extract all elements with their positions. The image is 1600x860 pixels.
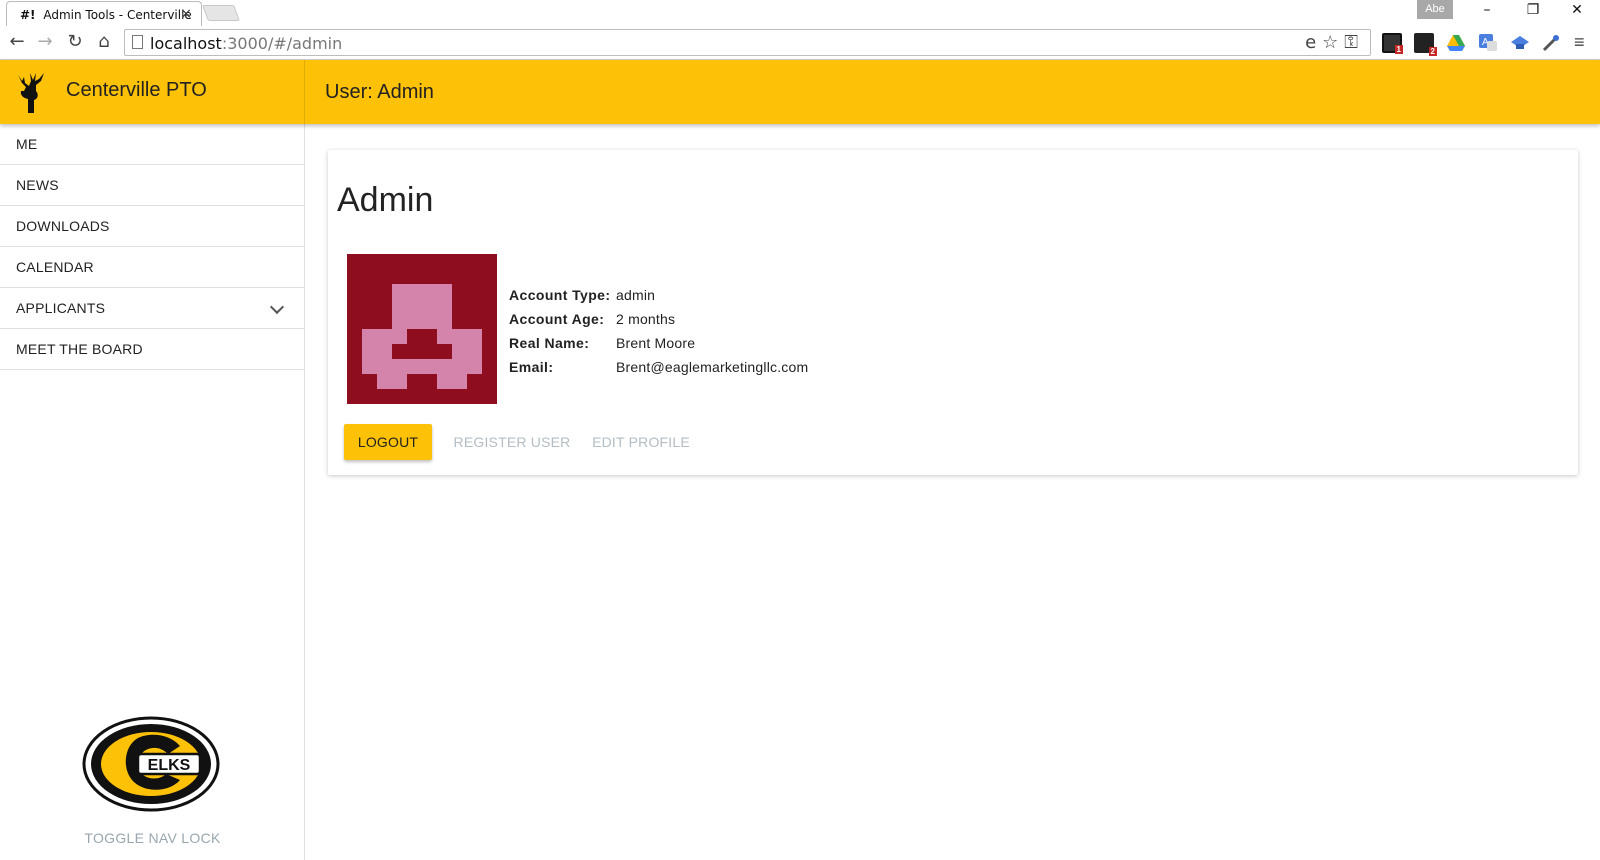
back-icon[interactable]: ← (6, 31, 28, 53)
address-bar[interactable]: localhost:3000/#/admin e☆⚿ (124, 29, 1371, 56)
field-label: Real Name: (509, 335, 590, 351)
page-heading: User: Admin (325, 81, 434, 103)
extension-badge: 1 (1394, 45, 1403, 54)
forward-icon[interactable]: → (34, 31, 56, 53)
browser-tab[interactable]: #! Admin Tools - Centerville × (6, 1, 202, 26)
sidebar-item-label: MEET THE BOARD (16, 341, 143, 357)
extension-s-icon[interactable]: 1 (1382, 33, 1403, 54)
sidebar-item-calendar[interactable]: CALENDAR (0, 247, 304, 288)
sidebar: ME NEWS DOWNLOADS CALENDAR APPLICANTS ME… (0, 124, 305, 860)
sidebar-item-label: APPLICANTS (16, 300, 106, 316)
field-label: Account Age: (509, 311, 605, 327)
minimize-button[interactable]: – (1464, 0, 1510, 22)
sidebar-item-meet-the-board[interactable]: MEET THE BOARD (0, 329, 304, 370)
profile-title: Admin (337, 181, 434, 219)
field-value: Brent@eaglemarketingllc.com (616, 359, 809, 375)
home-icon[interactable]: ⌂ (93, 31, 115, 53)
elk-logo-icon (18, 73, 44, 113)
profile-badge[interactable]: Abe (1417, 0, 1453, 19)
bookmark-star-icon[interactable]: e☆⚿ (1305, 32, 1364, 53)
new-tab-button[interactable] (202, 5, 240, 21)
reload-icon[interactable]: ↻ (64, 31, 86, 53)
field-label: Email: (509, 359, 554, 375)
toggle-nav-lock-button[interactable]: TOGGLE NAV LOCK (0, 830, 305, 846)
browser-tab-strip: #! Admin Tools - Centerville × Abe – ❐ ✕ (0, 0, 1600, 26)
window-close-button[interactable]: ✕ (1554, 0, 1600, 22)
tab-title: Admin Tools - Centerville (43, 8, 192, 22)
field-value: 2 months (616, 311, 676, 327)
avatar (347, 254, 497, 404)
logo-text: ELKS (148, 757, 191, 774)
email-row: Email: Brent@eaglemarketingllc.com (509, 359, 808, 383)
brand[interactable]: Centerville PTO (0, 60, 305, 124)
field-label: Account Type: (509, 287, 611, 303)
url-path: :3000/#/admin (221, 34, 343, 53)
url-text[interactable]: localhost:3000/#/admin (150, 34, 342, 53)
app-header: Centerville PTO User: Admin (0, 60, 1600, 124)
eyedropper-icon[interactable] (1541, 33, 1561, 53)
profile-card: Admin Account Type: admin Account Age: 2 m… (328, 150, 1578, 475)
sidebar-item-label: DOWNLOADS (16, 218, 110, 234)
field-value: Brent Moore (616, 335, 696, 351)
sidebar-item-label: ME (16, 136, 38, 152)
extension-cap-icon[interactable] (1510, 33, 1530, 53)
field-value: admin (616, 287, 656, 303)
browser-toolbar: ← → ↻ ⌂ localhost:3000/#/admin e☆⚿ 1 2 A… (0, 26, 1600, 60)
browser-menu-icon[interactable]: ≡ (1574, 32, 1590, 53)
tab-close-icon[interactable]: × (180, 6, 192, 22)
brand-title: Centerville PTO (66, 79, 207, 101)
sidebar-item-news[interactable]: NEWS (0, 165, 304, 206)
real-name-row: Real Name: Brent Moore (509, 335, 808, 359)
page-icon (132, 35, 143, 49)
translate-icon[interactable]: A (1478, 33, 1498, 53)
drive-icon[interactable] (1446, 33, 1466, 53)
sidebar-item-applicants[interactable]: APPLICANTS (0, 288, 304, 329)
extension-badge: 2 (1428, 47, 1437, 56)
sidebar-item-label: NEWS (16, 177, 59, 193)
restore-button[interactable]: ❐ (1510, 0, 1556, 22)
sidebar-item-label: CALENDAR (16, 259, 94, 275)
profile-info: Account Type: admin Account Age: 2 months … (509, 287, 808, 383)
account-type-row: Account Type: admin (509, 287, 808, 311)
logout-button[interactable]: LOGOUT (344, 424, 432, 460)
extension-screen-icon[interactable]: 2 (1414, 33, 1437, 56)
edit-profile-button[interactable]: EDIT PROFILE (588, 424, 694, 460)
register-user-button[interactable]: REGISTER USER (447, 424, 577, 460)
account-age-row: Account Age: 2 months (509, 311, 808, 335)
elks-logo: ELKS (82, 716, 220, 812)
sidebar-item-downloads[interactable]: DOWNLOADS (0, 206, 304, 247)
favicon-icon: #! (20, 8, 36, 22)
chevron-down-icon[interactable] (269, 299, 285, 315)
url-host: localhost (150, 34, 222, 53)
sidebar-item-me[interactable]: ME (0, 124, 304, 165)
